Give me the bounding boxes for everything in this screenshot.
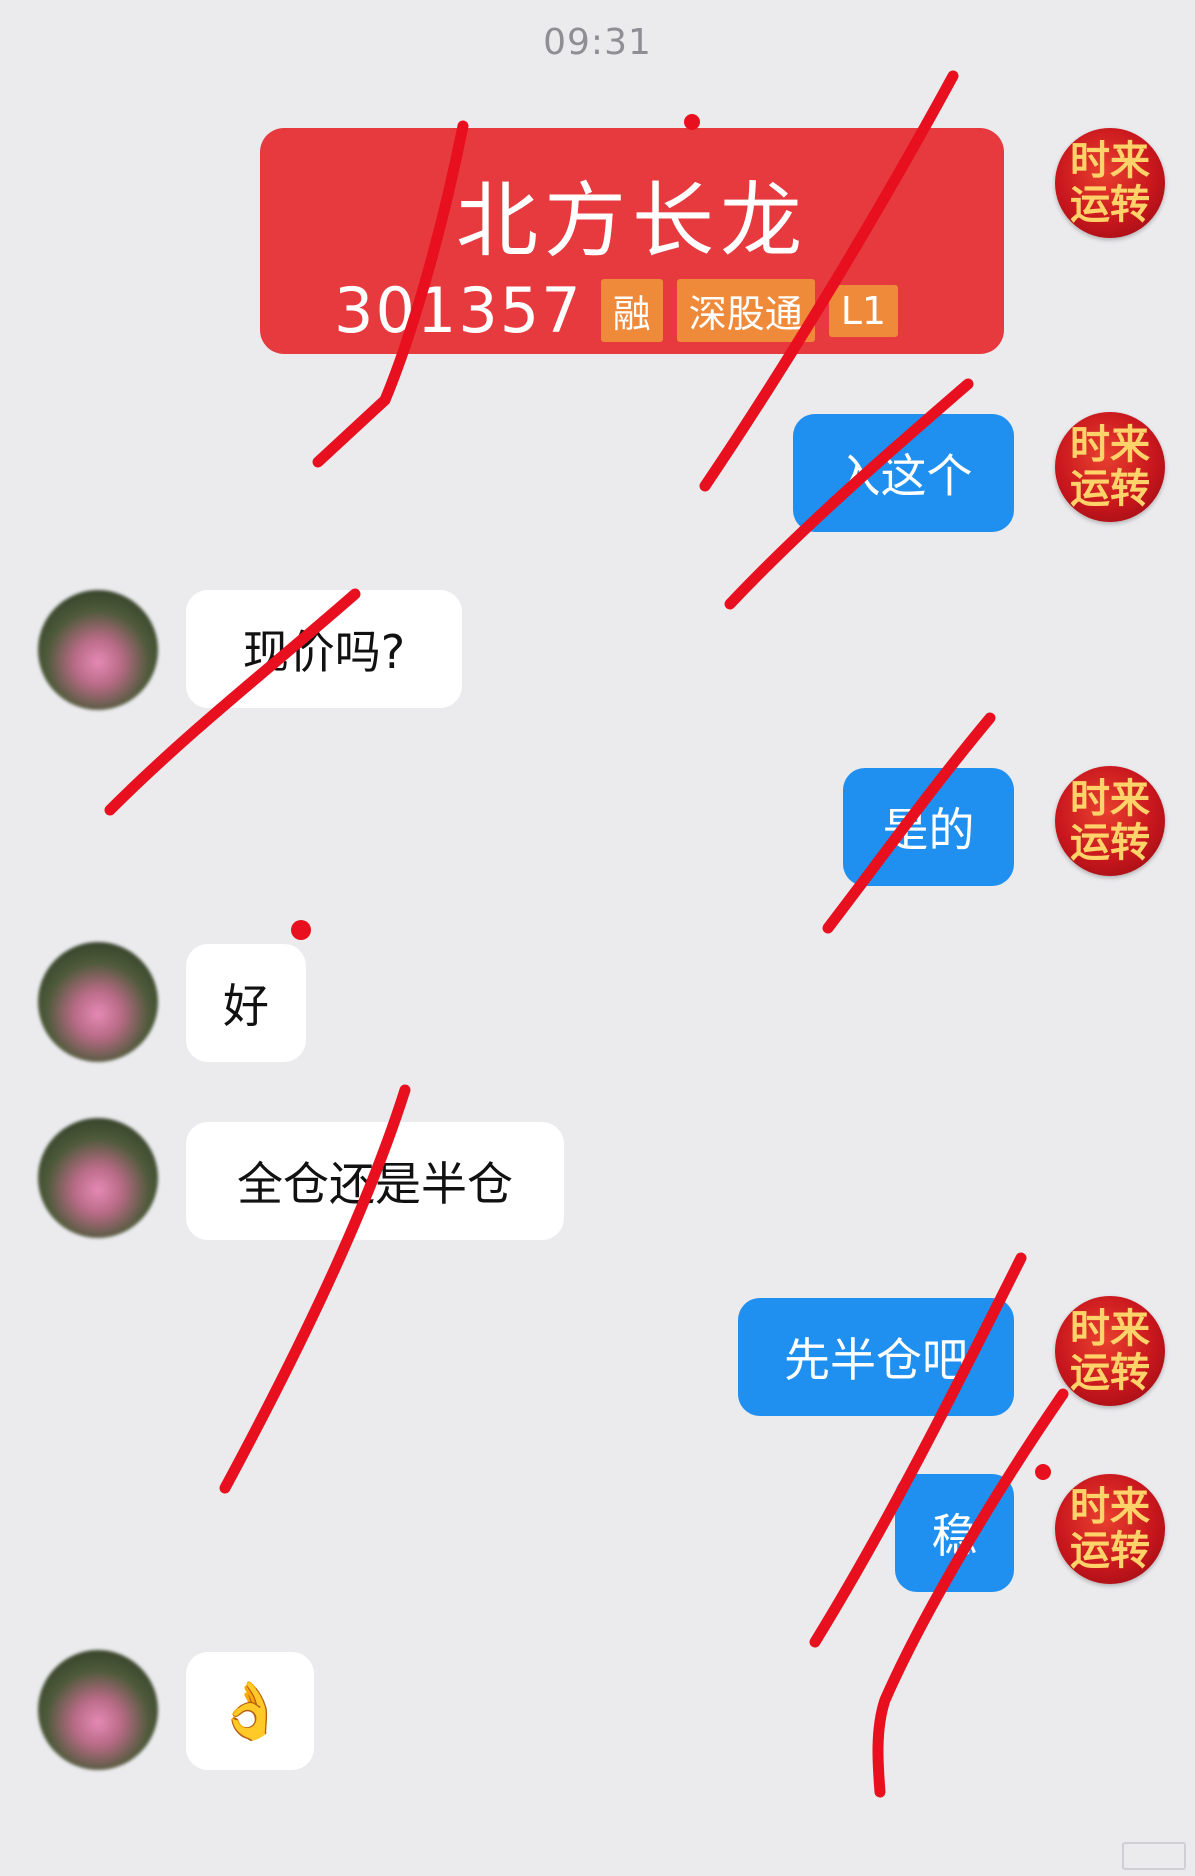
- contact-avatar[interactable]: [38, 590, 158, 710]
- annotation-dot: [291, 920, 311, 940]
- message-text: 全仓还是半仓: [237, 1157, 513, 1211]
- stock-card-message[interactable]: 北方长龙 301357 融 深股通 L1: [260, 128, 1004, 354]
- sender-avatar[interactable]: 时来 运转: [1055, 1296, 1165, 1406]
- message-text: 入这个: [834, 449, 973, 503]
- stock-tag-margin: 融: [600, 279, 663, 342]
- sender-avatar[interactable]: 时来 运转: [1055, 1474, 1165, 1584]
- stock-name: 北方长龙: [455, 174, 808, 269]
- contact-avatar[interactable]: [38, 942, 158, 1062]
- message-text: 先半仓吧: [784, 1333, 968, 1387]
- message-text: 稳: [931, 1509, 978, 1563]
- avatar-text-line1: 时来: [1070, 776, 1150, 822]
- message-timestamp: 09:31: [543, 22, 652, 63]
- message-text: 现价吗?: [242, 625, 406, 679]
- avatar-text-line2: 运转: [1070, 182, 1150, 228]
- received-message-bubble[interactable]: 全仓还是半仓: [186, 1122, 564, 1240]
- annotation-dot: [1035, 1464, 1051, 1480]
- stock-code: 301357: [334, 274, 583, 347]
- avatar-text-line1: 时来: [1070, 1484, 1150, 1530]
- menu-icon[interactable]: [1122, 1842, 1186, 1870]
- contact-avatar[interactable]: [38, 1118, 158, 1238]
- contact-avatar[interactable]: [38, 1650, 158, 1770]
- avatar-text-line1: 时来: [1070, 1306, 1150, 1352]
- sent-message-bubble[interactable]: 稳: [895, 1474, 1014, 1592]
- stock-tag-connect: 深股通: [676, 279, 815, 342]
- annotation-stroke: [872, 1388, 1069, 1798]
- message-text: 是的: [882, 803, 975, 857]
- avatar-text-line2: 运转: [1070, 1528, 1150, 1574]
- sent-message-bubble[interactable]: 入这个: [793, 414, 1014, 532]
- received-message-bubble[interactable]: 👌: [186, 1652, 314, 1770]
- stock-tag-level: L1: [828, 284, 899, 337]
- avatar-text-line2: 运转: [1070, 1350, 1150, 1396]
- avatar-text-line1: 时来: [1070, 422, 1150, 468]
- sender-avatar[interactable]: 时来 运转: [1055, 412, 1165, 522]
- avatar-text-line2: 运转: [1070, 820, 1150, 866]
- ok-hand-emoji: 👌: [215, 1679, 285, 1744]
- sender-avatar[interactable]: 时来 运转: [1055, 128, 1165, 238]
- stock-info-row: 301357 融 深股通 L1: [334, 274, 899, 347]
- received-message-bubble[interactable]: 好: [186, 944, 306, 1062]
- avatar-text-line2: 运转: [1070, 466, 1150, 512]
- sent-message-bubble[interactable]: 先半仓吧: [738, 1298, 1014, 1416]
- avatar-text-line1: 时来: [1070, 138, 1150, 184]
- received-message-bubble[interactable]: 现价吗?: [186, 590, 462, 708]
- sender-avatar[interactable]: 时来 运转: [1055, 766, 1165, 876]
- sent-message-bubble[interactable]: 是的: [843, 768, 1014, 886]
- message-text: 好: [223, 979, 269, 1033]
